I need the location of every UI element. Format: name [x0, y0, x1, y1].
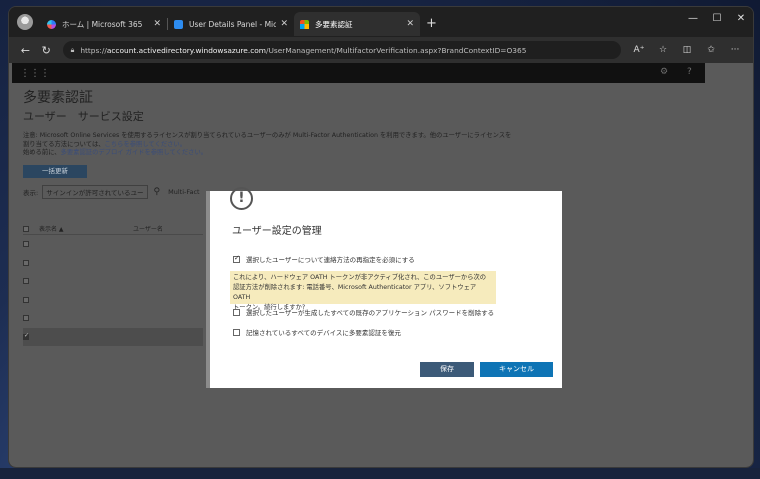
tab-label: User Details Panel - Microsoft 36: [189, 19, 276, 29]
window-controls: — ☐ ✕: [681, 7, 753, 33]
license-note: 注意: Microsoft Online Services を使用するライセンス…: [23, 132, 523, 158]
more-icon[interactable]: ···: [723, 45, 747, 55]
settings-gear-icon[interactable]: ⚙: [660, 67, 668, 77]
new-tab-icon[interactable]: +: [426, 16, 437, 31]
table-row[interactable]: [23, 309, 203, 328]
read-aloud-icon[interactable]: A⁺: [627, 45, 651, 55]
row-checkbox[interactable]: [23, 296, 29, 303]
tab-user-details[interactable]: User Details Panel - Microsoft 36 ✕: [168, 12, 294, 36]
search-icon[interactable]: ⚲: [154, 187, 161, 197]
warning-line-1: これにより、ハードウェア OATH トークンが非アクティブ化され、このユーザーか…: [233, 274, 487, 281]
save-button[interactable]: 保存: [420, 362, 474, 377]
app-header: ⋮⋮⋮ ⚙ ?: [12, 63, 705, 83]
table-row[interactable]: [23, 272, 203, 291]
bulk-update-button[interactable]: 一括更新: [23, 164, 87, 178]
dialog-title: ユーザー設定の管理: [232, 226, 322, 237]
app-launcher-icon[interactable]: ⋮⋮⋮: [20, 68, 50, 79]
url-host: account.activedirectory.windowsazure.com: [106, 45, 266, 55]
favorite-star-icon[interactable]: ☆: [651, 45, 675, 55]
option-label: 記憶されているすべてのデバイスに多要素認証を復元: [246, 329, 401, 337]
back-icon[interactable]: ←: [15, 44, 36, 57]
filter-select[interactable]: サインインが許可されているユー: [42, 184, 148, 199]
minimize-icon[interactable]: —: [681, 7, 705, 33]
table-row-selected[interactable]: [23, 327, 203, 346]
row-checkbox[interactable]: [23, 259, 29, 266]
grid-header: 表示名 ▲ ユーザー名: [23, 223, 203, 235]
table-row[interactable]: [23, 291, 203, 310]
close-tab-icon[interactable]: ✕: [153, 19, 161, 29]
row-checkbox[interactable]: [23, 278, 29, 285]
url-prefix: https://: [80, 45, 107, 55]
help-icon[interactable]: ?: [687, 67, 692, 77]
browser-toolbar: ← ↻ 🔒︎ https:// account.activedirectory.…: [9, 37, 753, 63]
toolbar-actions: A⁺ ☆ ◫ ✩ ···: [627, 45, 747, 55]
page-subtitle: ユーザー サービス設定: [23, 110, 144, 123]
note-line-3-text: 始める前に、: [23, 149, 61, 156]
cancel-button[interactable]: キャンセル: [480, 362, 553, 377]
option-label: 選択したユーザーが生成したすべての既存のアプリケーション パスワードを削除する: [246, 309, 495, 317]
tab-label: 多要素認証: [315, 19, 353, 29]
favorites-icon[interactable]: ✩: [699, 45, 723, 55]
maximize-icon[interactable]: ☐: [705, 7, 729, 33]
close-tab-icon[interactable]: ✕: [280, 19, 288, 29]
option-label: 選択したユーザーについて連絡方法の再指定を必須にする: [246, 256, 415, 264]
note-line-2: 割り当てる方法については、こちらを参照してください。: [23, 141, 523, 150]
warning-line-2: 認証方法が削除されます: 電話番号、Microsoft Authenticato…: [233, 284, 477, 301]
deployment-guide-link[interactable]: 多要素認証のデプロイ ガイドを参照してください。: [61, 149, 207, 156]
page-title: 多要素認証: [23, 90, 93, 106]
table-row[interactable]: [23, 235, 203, 254]
tab-microsoft-365[interactable]: ホーム | Microsoft 365 ✕: [41, 12, 167, 36]
restore-mfa-devices-checkbox[interactable]: [233, 328, 240, 336]
select-all-checkbox[interactable]: [23, 225, 29, 232]
row-checkbox[interactable]: [23, 315, 29, 322]
address-bar[interactable]: 🔒︎ https:// account.activedirectory.wind…: [62, 41, 622, 59]
table-row[interactable]: [23, 254, 203, 273]
column-display-name[interactable]: 表示名 ▲: [39, 224, 133, 233]
microsoft-logo-icon: [300, 19, 309, 29]
note-line-3: 始める前に、多要素認証のデプロイ ガイドを参照してください。: [23, 149, 523, 158]
warning-message: これにより、ハードウェア OATH トークンが非アクティブ化され、このユーザーか…: [230, 271, 496, 311]
microsoft365-icon: [47, 19, 56, 29]
close-tab-icon[interactable]: ✕: [406, 19, 414, 29]
filter-label: 表示:: [23, 188, 39, 197]
delete-app-passwords-checkbox[interactable]: [233, 308, 240, 316]
note-line-1: 注意: Microsoft Online Services を使用するライセンス…: [23, 132, 512, 139]
lock-icon[interactable]: 🔒︎: [71, 46, 75, 55]
refresh-icon[interactable]: ↻: [36, 44, 57, 57]
mfa-main: 多要素認証 ユーザー サービス設定 注意: Microsoft Online S…: [23, 87, 723, 199]
split-screen-icon[interactable]: ◫: [675, 45, 699, 55]
warning-icon: !: [230, 187, 253, 210]
note-line-2-text: 割り当てる方法については、: [23, 140, 105, 148]
tab-label: ホーム | Microsoft 365: [62, 19, 143, 29]
option-delete-app-passwords[interactable]: 選択したユーザーが生成したすべての既存のアプリケーション パスワードを削除する: [233, 307, 494, 317]
option-restore-mfa-devices[interactable]: 記憶されているすべてのデバイスに多要素認証を復元: [233, 327, 401, 337]
tab-strip: ホーム | Microsoft 365 ✕ User Details Panel…: [9, 7, 753, 37]
row-checkbox[interactable]: [23, 332, 29, 340]
tab-mfa[interactable]: 多要素認証 ✕: [294, 12, 420, 36]
taskbar: [0, 468, 760, 479]
url-path: /UserManagement/MultifactorVerification.…: [265, 45, 527, 55]
azure-icon: [174, 19, 183, 29]
column-user-name[interactable]: ユーザー名: [133, 224, 163, 233]
filter-extra-select[interactable]: Multi-Fact: [168, 188, 199, 196]
page-content: ⋮⋮⋮ ⚙ ? 多要素認証 ユーザー サービス設定 注意: Microsoft …: [9, 63, 753, 467]
row-checkbox[interactable]: [23, 241, 29, 248]
option-require-reregister[interactable]: 選択したユーザーについて連絡方法の再指定を必須にする: [233, 254, 415, 264]
browser-window: ホーム | Microsoft 365 ✕ User Details Panel…: [8, 6, 754, 468]
require-reregister-checkbox[interactable]: [233, 254, 240, 263]
user-grid: 表示名 ▲ ユーザー名: [23, 223, 203, 346]
profile-avatar[interactable]: [17, 14, 33, 30]
close-window-icon[interactable]: ✕: [729, 7, 753, 33]
manage-user-settings-dialog: ! ユーザー設定の管理 選択したユーザーについて連絡方法の再指定を必須にする こ…: [206, 187, 562, 388]
license-help-link[interactable]: こちらを参照してください。: [105, 141, 186, 148]
